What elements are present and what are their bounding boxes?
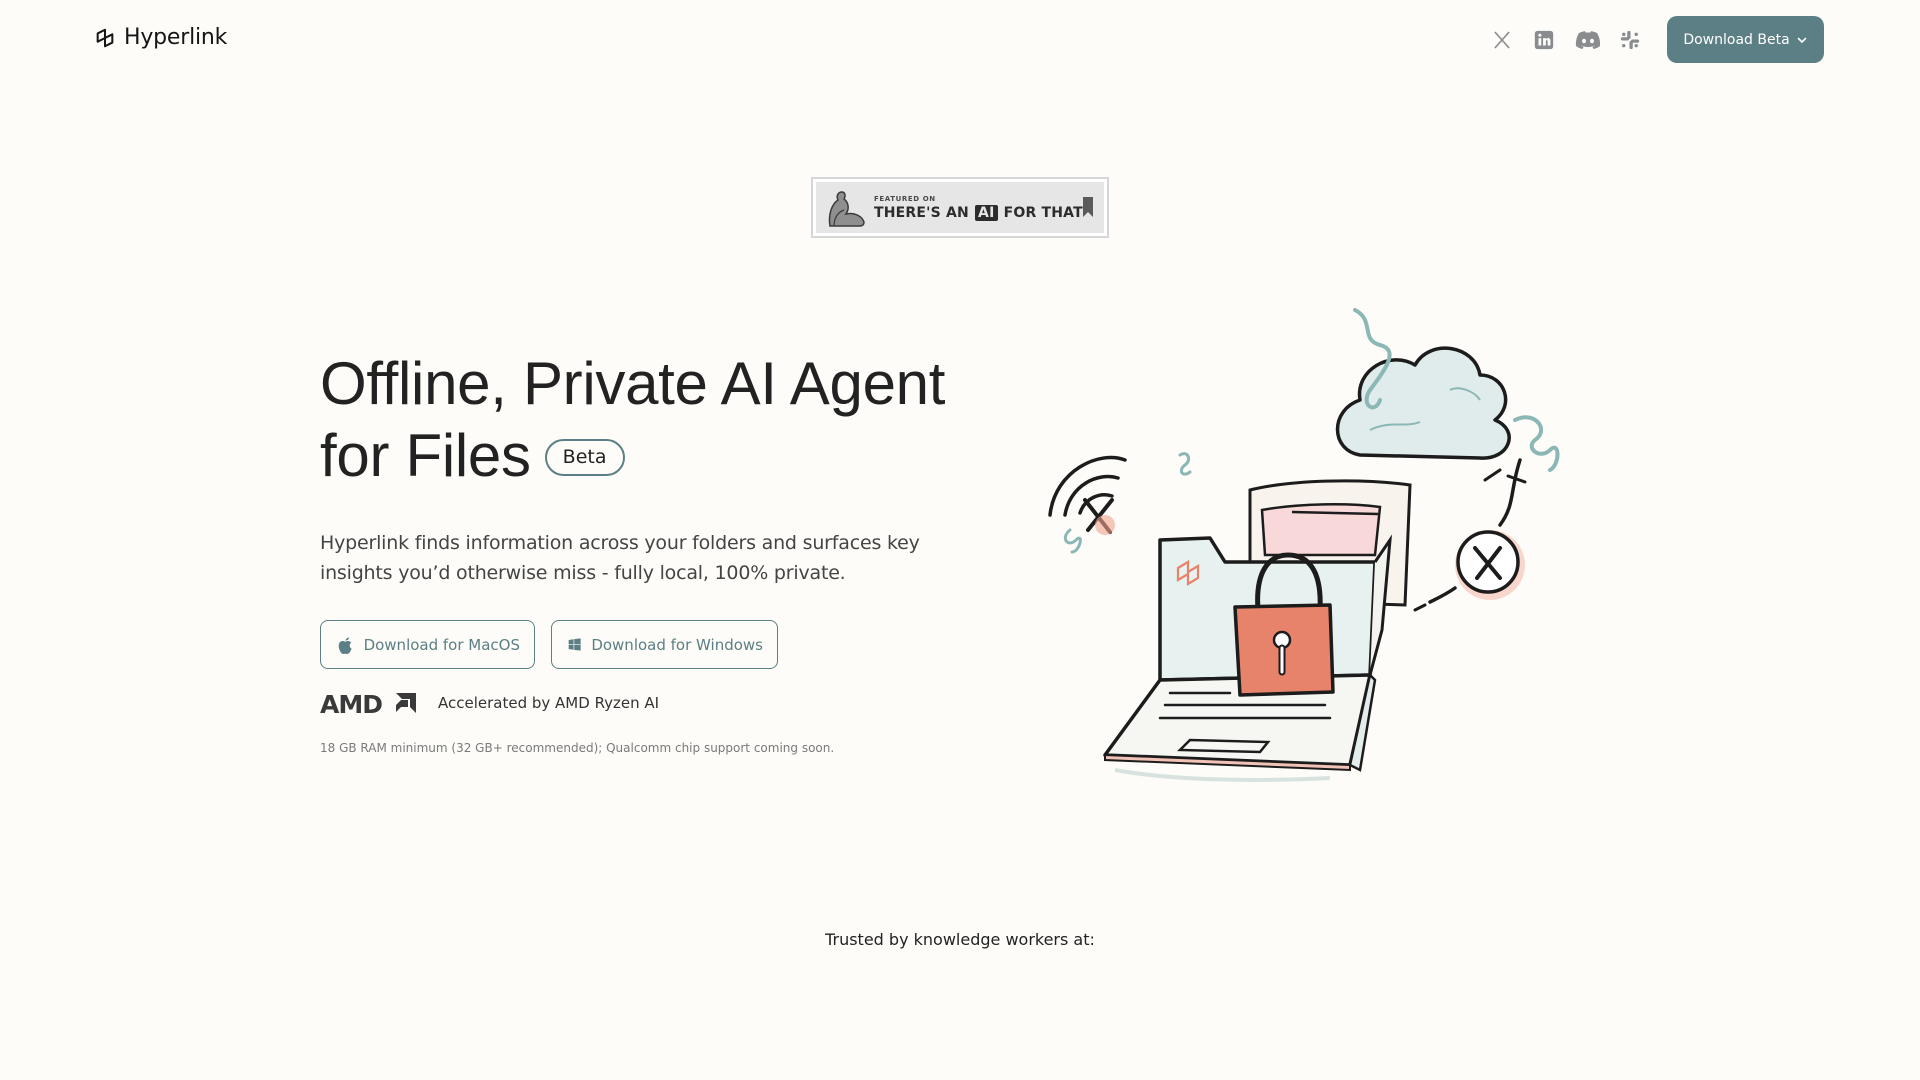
system-requirements: 18 GB RAM minimum (32 GB+ recommended); … — [320, 741, 835, 755]
download-windows-button[interactable]: Download for Windows — [551, 620, 778, 669]
brand-name: Hyperlink — [124, 25, 228, 50]
apple-icon — [338, 637, 352, 654]
amd-logo-mark: AMD — [320, 690, 416, 716]
hyperlink-logo-icon — [96, 28, 114, 47]
featured-badge[interactable]: FEATURED ON THERE'S AN AI FOR THAT — [811, 177, 1109, 238]
hero-title: Offline, Private AI Agent for Files Beta — [320, 348, 1020, 492]
windows-icon — [568, 638, 581, 651]
discord-icon[interactable] — [1573, 27, 1603, 53]
laptop-lock-illustration — [1048, 308, 1560, 782]
hero-subtitle: Hyperlink finds information across your … — [320, 532, 920, 584]
mascot-icon — [828, 191, 865, 227]
site-header: Hyperlink Download Beta — [0, 0, 1920, 78]
cloud-drawing — [1335, 346, 1511, 460]
hero-title-line1: Offline, Private AI Agent — [320, 350, 946, 417]
trusted-by-label: Trusted by knowledge workers at: — [825, 930, 1095, 949]
slack-icon[interactable] — [1617, 27, 1643, 53]
linkedin-icon[interactable] — [1531, 27, 1557, 53]
beta-badge: Beta — [544, 438, 625, 476]
badge-text-after: FOR THAT — [1003, 205, 1083, 221]
badge-featured-on: FEATURED ON — [874, 195, 936, 203]
wifi-off-icon — [1048, 455, 1127, 535]
badge-text-before: THERE'S AN — [874, 205, 969, 221]
blocked-connection-icon — [1455, 530, 1525, 600]
x-icon[interactable] — [1489, 27, 1515, 53]
bookmark-icon — [1083, 197, 1093, 217]
download-windows-label: Download for Windows — [591, 635, 763, 654]
badge-text-ai: AI — [975, 205, 998, 221]
featured-badge-body: FEATURED ON THERE'S AN AI FOR THAT — [816, 182, 1104, 233]
download-macos-label: Download for MacOS — [363, 635, 520, 654]
amd-row: AMD Accelerated by AMD Ryzen AI — [320, 690, 659, 716]
chevron-down-icon — [1797, 37, 1806, 43]
amd-logo: AMD — [320, 690, 418, 716]
brand-logo[interactable]: Hyperlink — [94, 25, 227, 50]
hero-title-line2: for Files — [320, 422, 531, 489]
download-beta-button[interactable]: Download Beta — [1667, 16, 1824, 63]
svg-text:AMD: AMD — [320, 690, 382, 716]
amd-accelerated-text: Accelerated by AMD Ryzen AI — [438, 694, 660, 712]
badge-title: THERE'S AN AI FOR THAT — [874, 205, 1083, 221]
download-macos-button[interactable]: Download for MacOS — [320, 620, 535, 669]
download-beta-label: Download Beta — [1683, 31, 1790, 48]
